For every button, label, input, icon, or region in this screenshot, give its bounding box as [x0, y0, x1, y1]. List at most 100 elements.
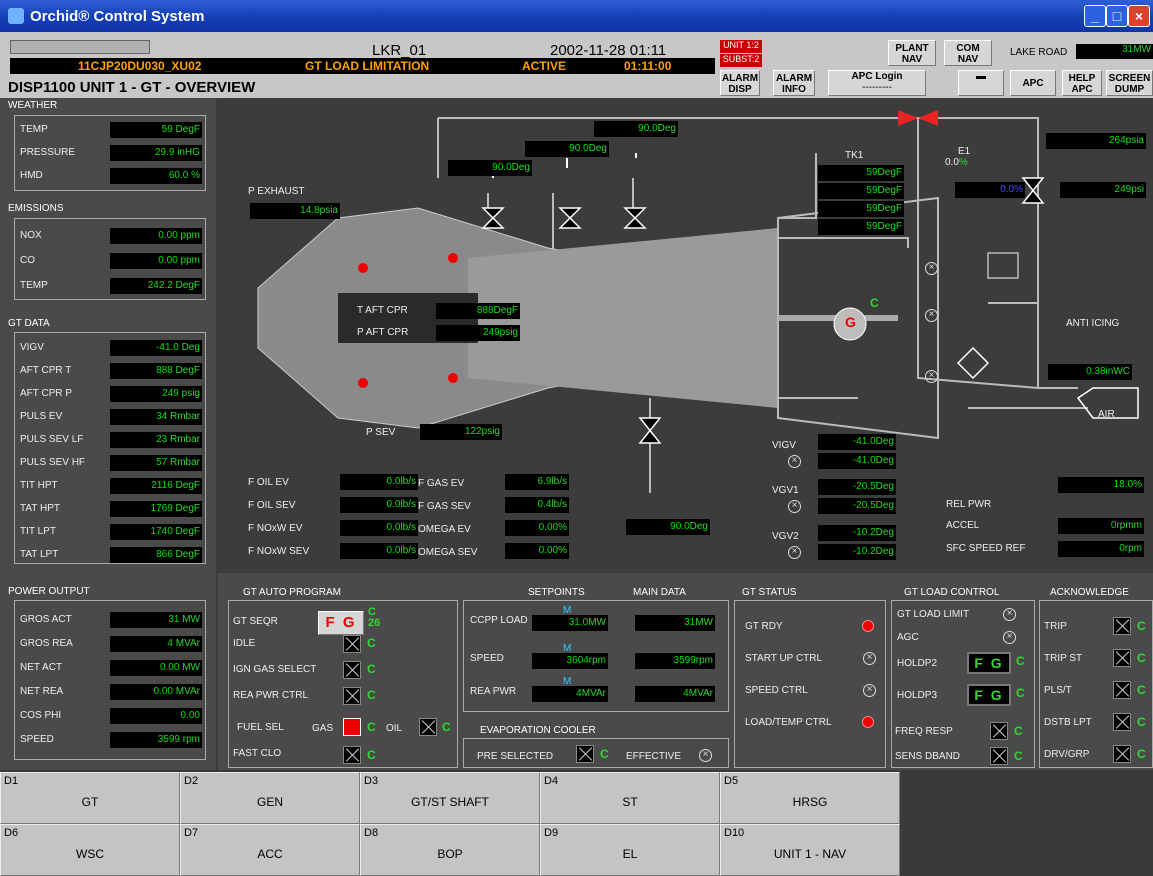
power-label: GROS REA — [20, 638, 73, 649]
p-aft-label: P AFT CPR — [357, 327, 409, 338]
effective-status-icon: × — [699, 749, 712, 762]
flow2-label: F GAS EV — [418, 478, 465, 489]
nav-button-d5[interactable]: D5 HRSG — [720, 772, 900, 824]
apc-button[interactable]: APC — [1010, 70, 1056, 96]
oil-toggle[interactable] — [419, 718, 437, 736]
nav-button-d6[interactable]: D6 WSC — [0, 824, 180, 876]
status-label: LOAD/TEMP CTRL — [745, 717, 832, 728]
p-aft-value: 249psig — [436, 325, 520, 341]
com-nav-button[interactable]: COM NAV — [944, 40, 992, 66]
power-label: NET REA — [20, 686, 64, 697]
auto-row-toggle[interactable] — [343, 661, 361, 679]
gtdata-label: TIT LPT — [20, 526, 56, 537]
gt-seqr-fg-button[interactable]: F G — [318, 611, 364, 635]
fast-clo-toggle[interactable] — [343, 746, 361, 764]
pre-selected-toggle[interactable] — [576, 745, 594, 763]
sfc-value: 0rpm — [1058, 541, 1144, 557]
status-indicator-off: × — [863, 652, 876, 665]
auto-row-c: C — [367, 636, 376, 650]
flow-value: 0.0lb/s — [340, 543, 418, 559]
power-value: 0.00 — [110, 708, 202, 724]
alarm-disp-button[interactable]: ALARM DISP — [720, 70, 760, 96]
nav-button-d7[interactable]: D7 ACC — [180, 824, 360, 876]
nav-button-d8[interactable]: D8 BOP — [360, 824, 540, 876]
app-icon — [8, 8, 24, 24]
gtdata-value: 249 psig — [110, 386, 202, 402]
rea-pwr-setpoint[interactable]: 4MVAr — [532, 686, 608, 702]
weather-value: 29.9 inHG — [110, 145, 202, 161]
gtdata-value: 57 Rmbar — [110, 455, 202, 471]
location-value: 31MW — [1076, 44, 1153, 59]
emissions-title: EMISSIONS — [8, 203, 64, 214]
ack-toggle[interactable] — [1113, 617, 1131, 635]
gtdata-value: 2116 DegF — [110, 478, 202, 494]
pre-selected-c: C — [600, 747, 609, 761]
flow2-label: OMEGA EV — [418, 524, 471, 535]
gtdata-label: AFT CPR T — [20, 365, 72, 376]
close-button[interactable]: × — [1128, 5, 1150, 27]
pre-selected-label: PRE SELECTED — [477, 751, 554, 762]
ack-toggle[interactable] — [1113, 745, 1131, 763]
location-label: LAKE ROAD — [1010, 47, 1068, 58]
nav-button-d4[interactable]: D4 ST — [540, 772, 720, 824]
holdp3-c: C — [1016, 686, 1025, 700]
weather-label: TEMP — [20, 124, 48, 135]
flow2-value: 0.00% — [505, 543, 569, 559]
help-apc-button[interactable]: HELP APC — [1062, 70, 1102, 96]
sens-toggle[interactable] — [990, 747, 1008, 765]
vgv2-label: VGV2 — [772, 531, 799, 542]
ack-toggle[interactable] — [1113, 681, 1131, 699]
blue-value: 0.0% — [955, 182, 1025, 198]
holdp3-fg-button[interactable]: F G — [967, 684, 1011, 706]
evap-title: EVAPORATION COOLER — [480, 725, 596, 736]
status-label: GT RDY — [745, 621, 783, 632]
screen-dump-button[interactable]: SCREEN DUMP — [1106, 70, 1153, 96]
emissions-value: 0.00 ppm — [110, 228, 202, 244]
nav-button-d3[interactable]: D3 GT/ST SHAFT — [360, 772, 540, 824]
power-value: 31 MW — [110, 612, 202, 628]
ccpp-load-setpoint[interactable]: 31.0MW — [532, 615, 608, 631]
agc-label: AGC — [897, 632, 919, 643]
load-limit-label: GT LOAD LIMIT — [897, 609, 970, 620]
flow-value: 0.0lb/s — [340, 520, 418, 536]
power-title: POWER OUTPUT — [8, 586, 90, 597]
accel-value: 0rpmm — [1058, 518, 1144, 534]
alarm-info-button[interactable]: ALARM INFO — [773, 70, 815, 96]
apc-login-sub: --------- — [862, 82, 892, 93]
nav-button-d10[interactable]: D10 UNIT 1 - NAV — [720, 824, 900, 876]
flow2-label: F GAS SEV — [418, 501, 471, 512]
auto-row-toggle[interactable] — [343, 687, 361, 705]
flow-value: 0.0lb/s — [340, 474, 418, 490]
ack-toggle[interactable] — [1113, 649, 1131, 667]
maximize-button[interactable]: □ — [1106, 5, 1128, 27]
toolbar-icons[interactable] — [10, 40, 150, 54]
speed-setpoint[interactable]: 3604rpm — [532, 653, 608, 669]
fast-clo-c: C — [367, 748, 376, 762]
gas-toggle[interactable] — [343, 718, 361, 736]
workstation-icon-button[interactable]: ▬ — [958, 70, 1004, 96]
freq-toggle[interactable] — [990, 722, 1008, 740]
loadctl-title: GT LOAD CONTROL — [904, 587, 1000, 598]
apc-login-button[interactable]: APC Login --------- — [828, 70, 926, 96]
vgv1-value1: -20.5Deg — [818, 479, 896, 495]
freq-c: C — [1014, 724, 1023, 738]
loadctl-panel — [891, 600, 1035, 768]
minimize-button[interactable]: _ — [1084, 5, 1106, 27]
emissions-value: 0.00 ppm — [110, 253, 202, 269]
gtdata-value: -41.0 Deg — [110, 340, 202, 356]
gtdata-value: 1740 DegF — [110, 524, 202, 540]
effective-label: EFFECTIVE — [626, 751, 682, 762]
weather-value: 59 DegF — [110, 122, 202, 138]
ack-toggle[interactable] — [1113, 713, 1131, 731]
plant-nav-button[interactable]: PLANT NAV — [888, 40, 936, 66]
holdp2-fg-button[interactable]: F G — [967, 652, 1011, 674]
generator-c: C — [870, 296, 879, 310]
auto-row-toggle[interactable] — [343, 635, 361, 653]
t-aft-value: 888DegF — [436, 303, 520, 319]
nav-button-d9[interactable]: D9 EL — [540, 824, 720, 876]
gtdata-label: PULS SEV LF — [20, 434, 84, 445]
flow-label: F NOxW EV — [248, 523, 303, 534]
nav-button-d1[interactable]: D1 GT — [0, 772, 180, 824]
power-value: 4 MVAr — [110, 636, 202, 652]
nav-button-d2[interactable]: D2 GEN — [180, 772, 360, 824]
